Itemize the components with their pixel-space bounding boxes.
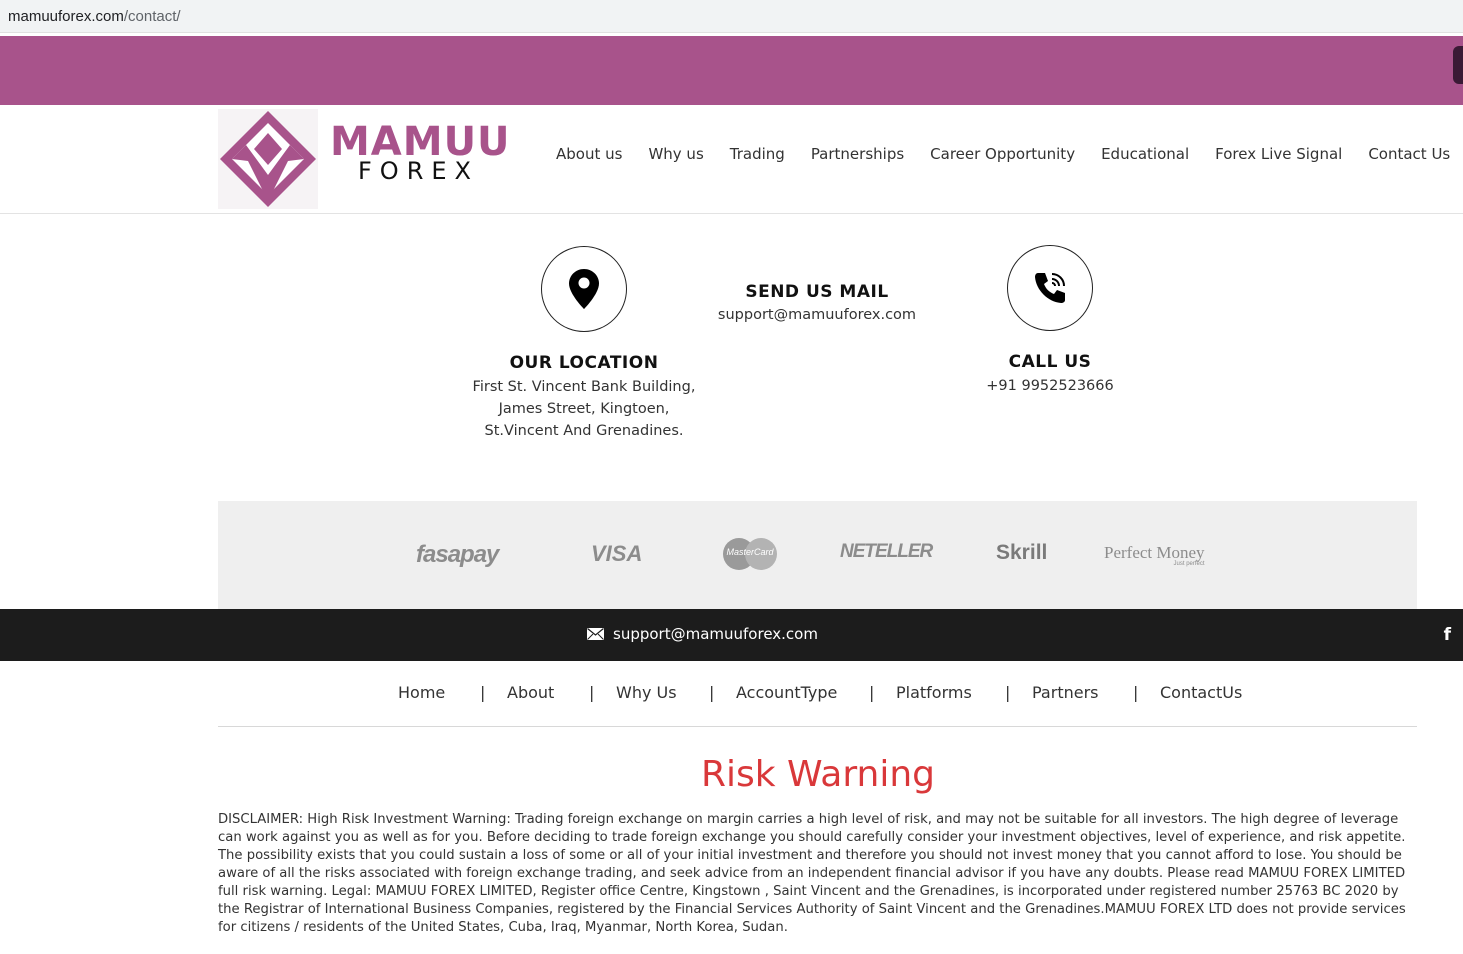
- perfect-money-logo: Perfect Money Just perfect: [1104, 543, 1205, 567]
- mastercard-logo: MasterCard: [723, 538, 777, 570]
- fasapay-logo: fasapay: [416, 541, 499, 568]
- footer-nav-partners[interactable]: Partners: [1032, 683, 1098, 702]
- call-block: CALL US +91 9952523666: [900, 245, 1200, 397]
- nav-partnerships[interactable]: Partnerships: [811, 145, 904, 163]
- risk-disclaimer: DISCLAIMER: High Risk Investment Warning…: [218, 812, 1406, 935]
- call-title: CALL US: [1008, 352, 1092, 372]
- location-line-2: James Street, Kingtoen,: [498, 401, 670, 417]
- footer-nav: Home | About | Why Us | AccountType | Pl…: [218, 661, 1417, 727]
- risk-warning-title: Risk Warning: [700, 754, 936, 795]
- envelope-icon: [587, 628, 604, 640]
- site-header: MAMUU FOREX About us Why us Trading Part…: [0, 105, 1463, 214]
- nav-why-us[interactable]: Why us: [648, 145, 703, 163]
- map-pin-icon: [569, 269, 599, 309]
- location-circle: [541, 246, 627, 332]
- footer-nav-about[interactable]: About: [507, 683, 554, 702]
- footer-nav-separator: |: [869, 683, 875, 702]
- skrill-logo: Skrill: [996, 541, 1048, 564]
- nav-educational[interactable]: Educational: [1101, 145, 1189, 163]
- footer-nav-why-us[interactable]: Why Us: [616, 683, 677, 702]
- nav-career-opportunity[interactable]: Career Opportunity: [930, 145, 1075, 163]
- call-phone[interactable]: +91 9952523666: [900, 375, 1200, 397]
- url-path: /contact/: [123, 8, 181, 25]
- visa-logo: VISA: [591, 541, 643, 566]
- nav-forex-live-signal[interactable]: Forex Live Signal: [1215, 145, 1342, 163]
- main-nav: About us Why us Trading Partnerships Car…: [556, 145, 1463, 163]
- contact-bar: support@mamuuforex.com f: [0, 609, 1463, 661]
- neteller-logo: NETELLER: [840, 541, 933, 562]
- logo-text-bottom[interactable]: FOREX: [358, 157, 479, 185]
- footer-nav-accounttype[interactable]: AccountType: [736, 683, 837, 702]
- nav-contact-us[interactable]: Contact Us: [1368, 145, 1450, 163]
- perfect-money-text: Perfect Money: [1104, 543, 1205, 562]
- location-line-3: St.Vincent And Grenadines.: [484, 423, 684, 439]
- location-block: OUR LOCATION First St. Vincent Bank Buil…: [434, 246, 734, 442]
- phone-icon: [1035, 273, 1065, 303]
- footer-nav-home[interactable]: Home: [398, 683, 445, 702]
- footer-nav-platforms[interactable]: Platforms: [896, 683, 972, 702]
- contact-bar-email-text: support@mamuuforex.com: [613, 625, 818, 643]
- top-band: [0, 36, 1463, 105]
- location-line-1: First St. Vincent Bank Building,: [472, 379, 696, 395]
- url-host: mamuuforex.com: [8, 8, 124, 25]
- nav-about-us[interactable]: About us: [556, 145, 622, 163]
- footer-nav-separator: |: [1133, 683, 1139, 702]
- footer-nav-separator: |: [589, 683, 595, 702]
- facebook-icon[interactable]: f: [1444, 625, 1451, 645]
- footer-nav-separator: |: [480, 683, 486, 702]
- footer-nav-separator: |: [1005, 683, 1011, 702]
- payment-methods: fasapay VISA MasterCard NETELLER Skrill …: [218, 501, 1417, 609]
- location-title: OUR LOCATION: [509, 353, 659, 373]
- nav-trading[interactable]: Trading: [730, 145, 785, 163]
- footer-nav-separator: |: [709, 683, 715, 702]
- call-circle: [1007, 245, 1093, 331]
- side-tab[interactable]: [1453, 46, 1463, 84]
- mastercard-text: MasterCard: [726, 547, 774, 557]
- contact-bar-email[interactable]: support@mamuuforex.com: [587, 625, 818, 643]
- footer-nav-contactus[interactable]: ContactUs: [1160, 683, 1242, 702]
- mamuu-logo-icon[interactable]: [218, 109, 318, 209]
- address-bar[interactable]: mamuuforex.com/contact/: [0, 0, 1463, 33]
